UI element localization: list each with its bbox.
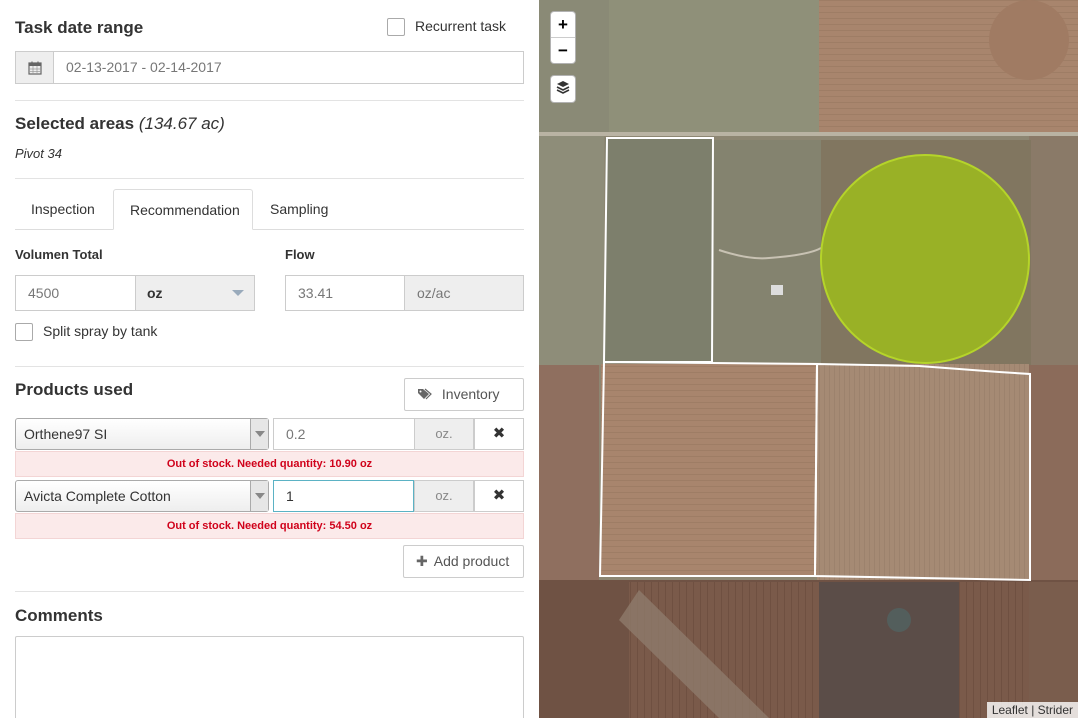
add-product-button[interactable]: ✚ Add product	[403, 545, 524, 578]
volume-total-input[interactable]: 4500	[15, 275, 136, 311]
product-select-1[interactable]: Orthene97 SI	[15, 418, 269, 450]
leaflet-link[interactable]: Leaflet	[992, 703, 1028, 717]
divider	[15, 591, 524, 592]
date-range-value[interactable]: 02-13-2017 - 02-14-2017	[54, 52, 222, 83]
date-range-title: Task date range	[15, 18, 144, 37]
product-quantity-2[interactable]: 1	[273, 480, 414, 512]
close-icon: ✖	[492, 487, 506, 504]
flow-unit: oz/ac	[404, 275, 524, 311]
date-range-input[interactable]: 02-13-2017 - 02-14-2017	[15, 51, 524, 84]
tab-inspection[interactable]: Inspection	[15, 189, 111, 230]
zoom-in-button[interactable]: +	[551, 12, 575, 38]
zoom-out-button[interactable]: −	[551, 38, 575, 64]
dropdown-arrow-icon	[250, 481, 268, 511]
comments-textarea[interactable]	[15, 636, 524, 718]
chevron-down-icon	[232, 290, 244, 296]
products-used-title: Products used	[15, 380, 134, 399]
selected-areas-label: Selected areas	[15, 114, 135, 133]
volume-total-label: Volumen Total	[15, 247, 103, 262]
inventory-label: Inventory	[441, 386, 500, 402]
zoom-control: + −	[550, 11, 576, 64]
calendar-icon	[16, 52, 54, 83]
split-spray-label[interactable]: Split spray by tank	[43, 323, 157, 339]
flow-label: Flow	[285, 247, 315, 262]
inventory-button[interactable]: Inventory	[404, 378, 524, 411]
close-icon: ✖	[492, 425, 506, 442]
product-name-1: Orthene97 SI	[24, 426, 108, 442]
product-name-2: Avicta Complete Cotton	[24, 488, 171, 504]
volume-unit-value: oz	[147, 285, 163, 301]
attribution-separator: |	[1031, 703, 1035, 717]
product-select-2[interactable]: Avicta Complete Cotton	[15, 480, 269, 512]
plus-icon: ✚	[416, 553, 428, 569]
divider	[15, 366, 524, 367]
satellite-imagery	[539, 0, 1078, 718]
tab-sampling[interactable]: Sampling	[254, 189, 344, 230]
task-form-panel: Task date range Recurrent task 02-13-201…	[0, 0, 539, 718]
layers-button[interactable]	[550, 75, 576, 103]
recurrent-task-label[interactable]: Recurrent task	[415, 18, 506, 34]
recurrent-task-checkbox[interactable]	[387, 18, 405, 36]
selected-areas-title: Selected areas (134.67 ac)	[15, 114, 225, 134]
product-error-2: Out of stock. Needed quantity: 54.50 oz	[15, 513, 524, 539]
product-unit-1: oz.	[414, 418, 474, 450]
selected-areas-acreage: (134.67 ac)	[138, 114, 225, 133]
divider	[15, 178, 524, 179]
selected-area-name: Pivot 34	[15, 146, 62, 161]
product-unit-2: oz.	[414, 480, 474, 512]
volume-unit-select[interactable]: oz	[135, 275, 255, 311]
attribution-provider: Strider	[1037, 703, 1073, 717]
remove-product-2-button[interactable]: ✖	[474, 480, 524, 512]
tab-recommendation[interactable]: Recommendation	[113, 189, 253, 230]
layers-icon	[556, 80, 570, 99]
divider	[15, 100, 524, 101]
add-product-label: Add product	[433, 553, 510, 569]
map-attribution: Leaflet | Strider	[986, 702, 1078, 718]
map-view[interactable]: + − Leaflet | Strider	[539, 0, 1078, 718]
product-error-1: Out of stock. Needed quantity: 10.90 oz	[15, 451, 524, 477]
comments-title: Comments	[15, 606, 103, 625]
split-spray-checkbox[interactable]	[15, 323, 33, 341]
tags-icon	[417, 386, 436, 402]
product-quantity-1[interactable]: 0.2	[273, 418, 415, 450]
flow-input[interactable]: 33.41	[285, 275, 405, 311]
remove-product-1-button[interactable]: ✖	[474, 418, 524, 450]
dropdown-arrow-icon	[250, 419, 268, 449]
